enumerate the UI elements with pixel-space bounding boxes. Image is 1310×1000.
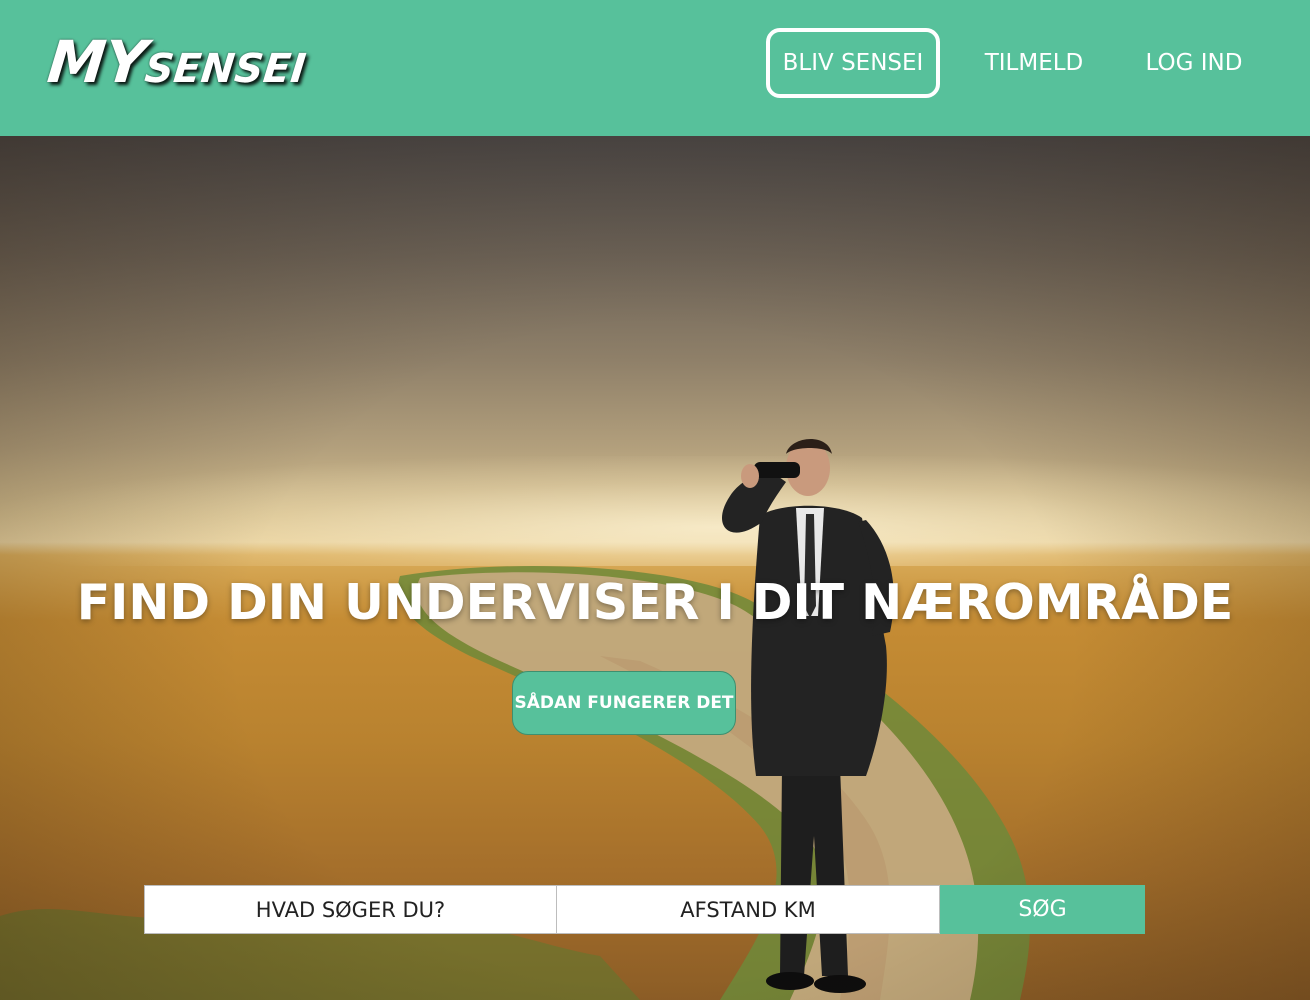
site-header: MYSENSEI BLIV SENSEI TILMELD LOG IND	[0, 0, 1310, 136]
search-what-input[interactable]	[144, 885, 557, 934]
search-button[interactable]: SØG	[940, 885, 1145, 934]
logo-part-my: MY	[44, 28, 150, 96]
logo-part-sensei: SENSEI	[142, 46, 309, 92]
hero-vignette	[0, 136, 1310, 1000]
site-logo[interactable]: MYSENSEI	[44, 28, 309, 96]
signup-link[interactable]: TILMELD	[972, 28, 1096, 98]
search-distance-input[interactable]	[557, 885, 940, 934]
hero-headline: FIND DIN UNDERVISER I DIT NÆROMRÅDE	[76, 574, 1234, 631]
login-link[interactable]: LOG IND	[1130, 28, 1258, 98]
become-sensei-button[interactable]: BLIV SENSEI	[766, 28, 940, 98]
hero-section: FIND DIN UNDERVISER I DIT NÆROMRÅDE SÅDA…	[0, 136, 1310, 1000]
how-it-works-button[interactable]: SÅDAN FUNGERER DET	[512, 671, 736, 735]
search-bar: SØG	[144, 885, 1145, 934]
